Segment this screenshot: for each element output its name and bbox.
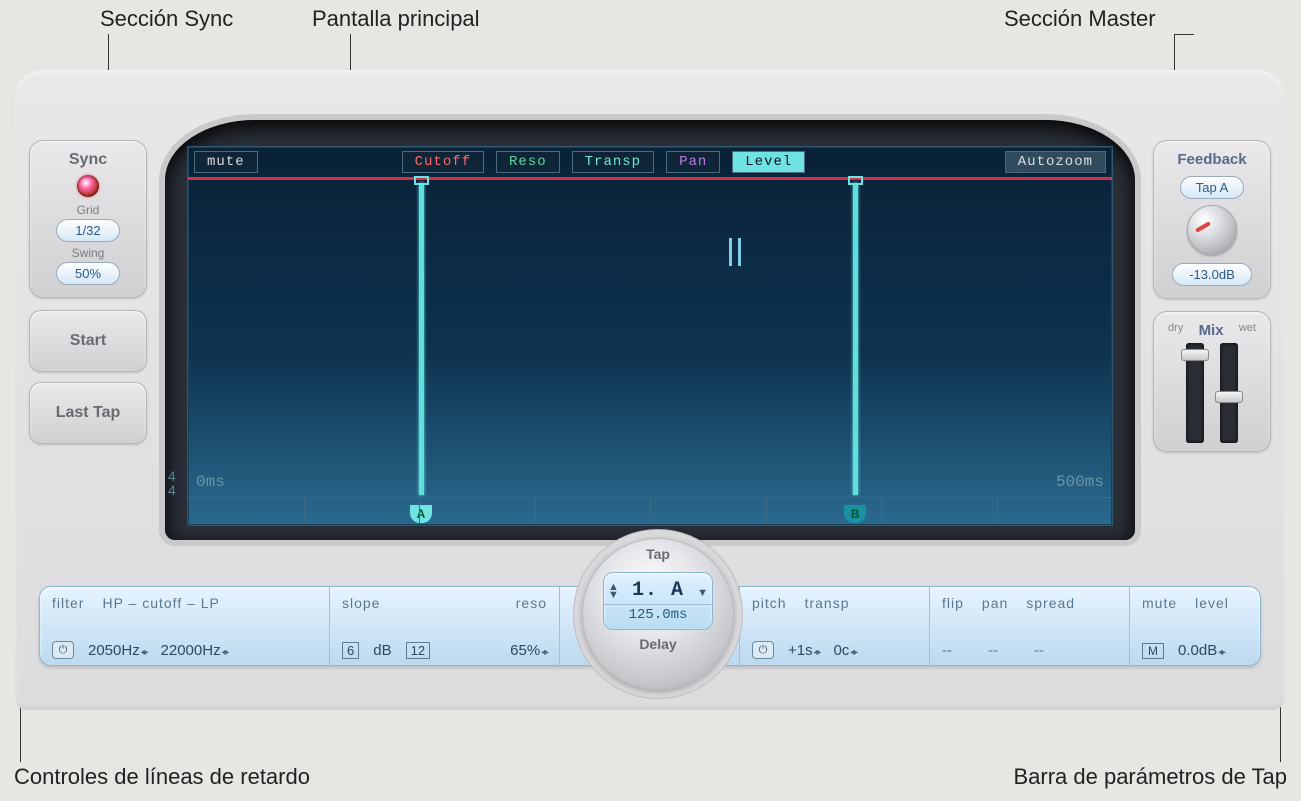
reso-field[interactable]: 65% [510,642,547,659]
mute-toggle[interactable]: M [1142,643,1164,659]
pan-indicator [729,238,741,266]
callout-master: Sección Master [1004,6,1156,32]
view-cutoff[interactable]: Cutoff [402,151,484,173]
sync-title: Sync [36,151,140,169]
hp-cutoff-field[interactable]: 2050Hz [88,642,147,659]
level-group: mute level M 0.0dB [1130,587,1260,665]
tap-dial-bottom-label: Delay [582,636,734,652]
spread-head: spread [1026,595,1075,611]
transp-head: transp [805,595,850,611]
tap-dial-display[interactable]: ▲▼ ▼ 1. A 125.0ms [603,572,713,630]
mute-head: mute [1142,595,1177,611]
filter-head: filter [52,595,84,611]
level-head: level [1195,595,1229,611]
mix-wet-label: wet [1239,322,1256,339]
filter-group: filter HP – cutoff – LP 2050Hz 22000Hz [40,587,330,665]
db-label: dB [373,642,391,659]
time-start-label: 0ms [196,473,225,491]
tap-track[interactable]: A B [188,183,1112,495]
filter-power-button[interactable] [52,641,74,659]
reso-head: reso [516,595,547,611]
level-field[interactable]: 0.0dB [1178,642,1224,659]
transp-field[interactable]: 0c [833,642,856,659]
tap-delay-dial[interactable]: Tap ▲▼ ▼ 1. A 125.0ms Delay [582,538,734,690]
overview-bar[interactable] [188,177,1112,180]
sync-section: Sync Grid 1/32 Swing 50% [29,140,147,298]
main-display-frame: mute Cutoff Reso Transp Pan Level Autozo… [165,120,1135,540]
main-display[interactable]: mute Cutoff Reso Transp Pan Level Autozo… [187,146,1113,526]
tap-handle-icon[interactable] [848,176,863,185]
last-tap-button[interactable]: Last Tap [29,382,147,444]
swing-value[interactable]: 50% [56,262,120,285]
stepper-icon[interactable]: ▲▼ [608,583,619,599]
tap-line-a[interactable]: A [419,183,424,495]
spread-value[interactable]: -- [1034,642,1044,659]
view-level[interactable]: Level [732,151,805,173]
callout-main: Pantalla principal [312,6,480,32]
tap-line-b[interactable]: B [853,183,858,495]
callout-line [1174,34,1194,35]
ruler[interactable] [188,497,1112,523]
tap-handle-icon[interactable] [414,176,429,185]
pitch-power-button[interactable] [752,641,774,659]
cutoff-head: HP – cutoff – LP [102,595,219,611]
spread-group: flip pan spread -- -- -- [930,587,1130,665]
view-transp[interactable]: Transp [572,151,654,173]
slope-6-button[interactable]: 6 [342,642,359,659]
callout-sync: Sección Sync [100,6,233,32]
grid-label: Grid [36,203,140,217]
grid-value[interactable]: 1/32 [56,219,120,242]
callout-delay-lines: Controles de líneas de retardo [14,764,310,790]
slope-head: slope [342,595,380,611]
lp-cutoff-field[interactable]: 22000Hz [161,642,228,659]
dry-slider[interactable] [1186,343,1204,443]
mix-title: Mix [1199,322,1224,339]
pitch-field[interactable]: +1s [788,642,819,659]
right-column: Feedback Tap A -13.0dB dry Mix wet [1153,140,1271,464]
feedback-tap-select[interactable]: Tap A [1180,176,1244,199]
slope-group: slope reso 6 dB 12 65% [330,587,560,665]
plugin-panel: Sync Grid 1/32 Swing 50% Start Last Tap … [15,70,1285,710]
view-reso[interactable]: Reso [496,151,560,173]
callout-tap-bar: Barra de parámetros de Tap [1013,764,1287,790]
time-end-label: 500ms [1056,473,1104,491]
flip-value[interactable]: -- [942,642,952,659]
mute-button[interactable]: mute [194,151,258,173]
autozoom-button[interactable]: Autozoom [1005,151,1106,173]
tap-dial-top-label: Tap [582,546,734,562]
pan-value[interactable]: -- [988,642,998,659]
feedback-title: Feedback [1160,151,1264,168]
display-toolbar: mute Cutoff Reso Transp Pan Level Autozo… [188,147,1112,177]
pitch-head: pitch [752,595,787,611]
tap-time-field[interactable]: 125.0ms [604,604,712,623]
flip-head: flip [942,595,964,611]
mix-sliders [1160,343,1264,443]
mix-dry-label: dry [1168,322,1183,339]
tap-name-field[interactable]: 1. A [632,579,684,602]
left-column: Sync Grid 1/32 Swing 50% Start Last Tap [29,140,147,454]
view-pan[interactable]: Pan [666,151,720,173]
swing-label: Swing [36,246,140,260]
feedback-value[interactable]: -13.0dB [1172,263,1252,286]
mix-section: dry Mix wet [1153,311,1271,452]
sync-led[interactable] [77,175,99,197]
start-button[interactable]: Start [29,310,147,372]
pitch-group: pitch transp +1s 0c [740,587,930,665]
feedback-knob[interactable] [1187,205,1237,255]
wet-slider[interactable] [1220,343,1238,443]
pan-head: pan [982,595,1008,611]
slope-12-button[interactable]: 12 [406,642,430,659]
dropdown-icon[interactable]: ▼ [697,587,708,599]
time-signature: 44 [168,469,176,497]
feedback-section: Feedback Tap A -13.0dB [1153,140,1271,299]
